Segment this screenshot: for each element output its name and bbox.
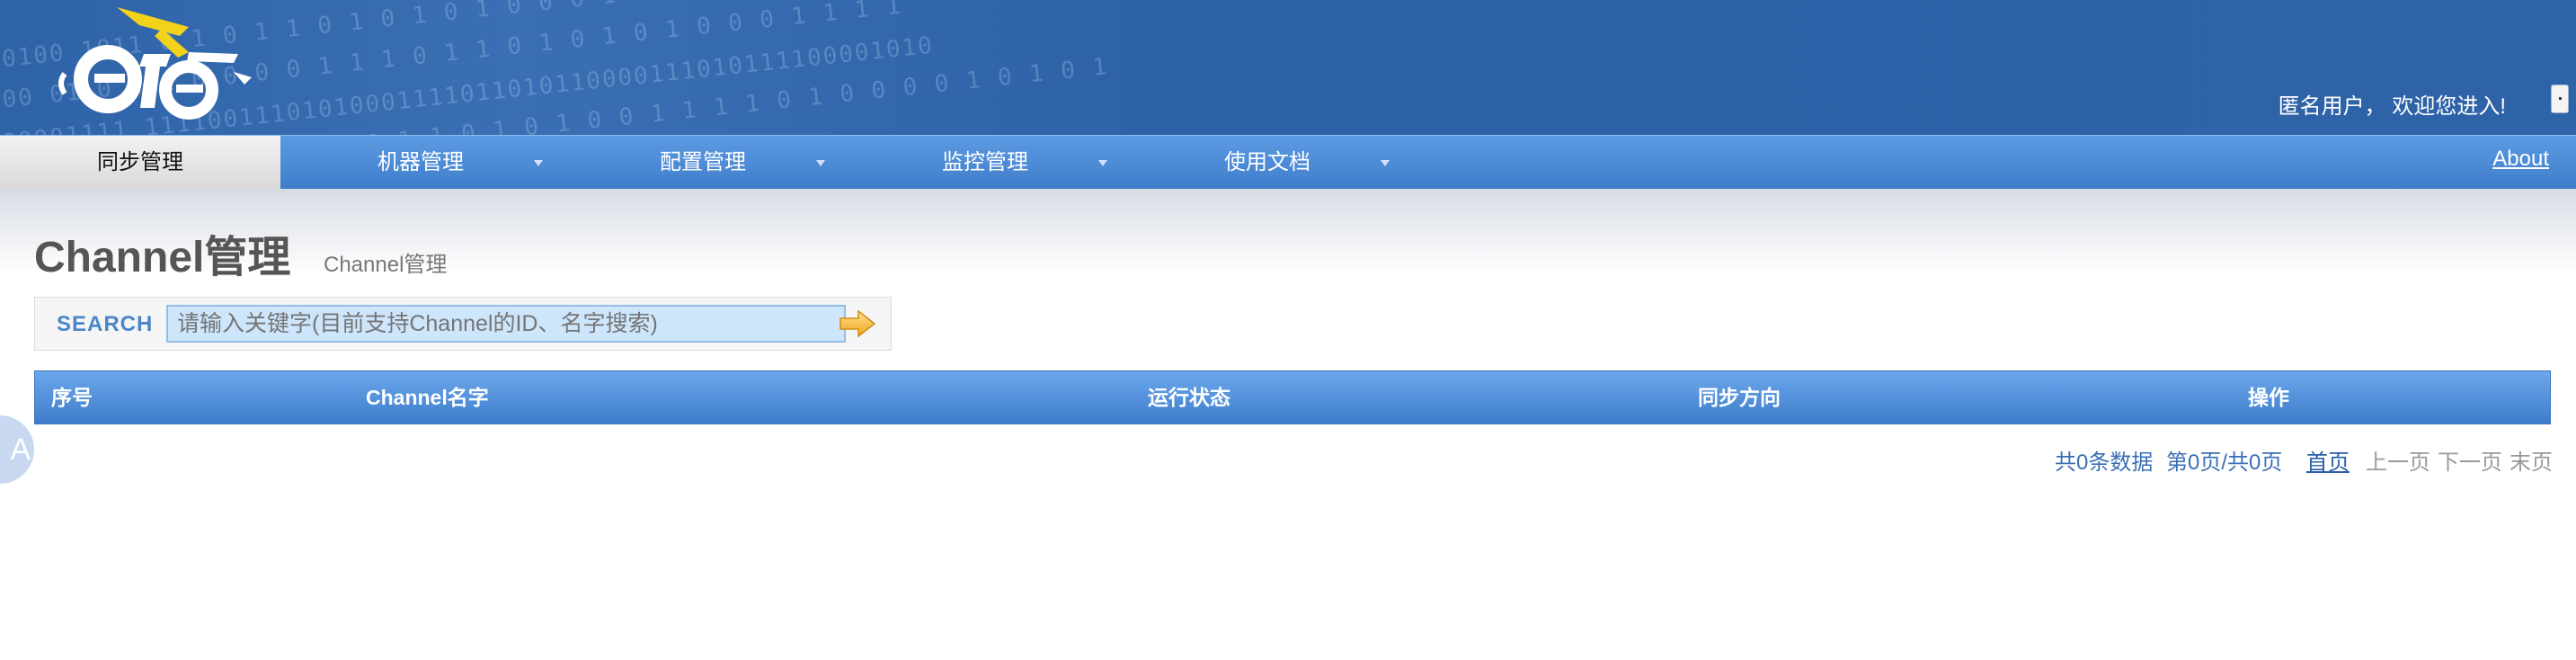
pagination-prev[interactable]: 上一页: [2366, 444, 2430, 476]
about-link[interactable]: About: [2492, 147, 2549, 172]
channel-table-header: 序号 Channel名字 运行状态 同步方向 操作: [34, 370, 2551, 424]
column-header-index: 序号: [51, 386, 93, 409]
nav-item-config-management[interactable]: 配置管理: [660, 136, 746, 190]
floating-assistant-icon[interactable]: A: [0, 415, 34, 484]
header-banner: 0100 1011 0 1 0 1 1 0 1 0 1 0 1 0 0 0 1 …: [0, 0, 2576, 135]
page-subtitle: Channel管理: [324, 253, 448, 277]
nav-item-docs[interactable]: 使用文档: [1224, 136, 1310, 190]
main-nav: 同步管理 机器管理 配置管理 监控管理 使用文档 About: [0, 135, 2576, 190]
pagination-last[interactable]: 末页: [2509, 444, 2553, 476]
welcome-text: 匿名用户， 欢迎您进入!: [2278, 94, 2506, 119]
menu-toggle-icon[interactable]: [2551, 85, 2569, 113]
column-header-run-status: 运行状态: [1148, 386, 1230, 409]
chevron-down-icon[interactable]: [1098, 160, 1107, 166]
column-header-sync-direction: 同步方向: [1698, 386, 1781, 409]
pagination-next[interactable]: 下一页: [2438, 444, 2502, 476]
chevron-down-icon[interactable]: [816, 160, 825, 166]
search-bar: SEARCH: [34, 297, 892, 351]
search-label: SEARCH: [57, 312, 154, 336]
otter-logo[interactable]: [54, 0, 270, 135]
pagination-page-info: 第0页/共0页: [2166, 450, 2283, 475]
arrow-right-icon[interactable]: [837, 308, 878, 339]
page-title: Channel管理: [34, 234, 291, 281]
pagination-first[interactable]: 首页: [2306, 444, 2349, 476]
search-input[interactable]: [166, 305, 846, 343]
nav-item-sync-management[interactable]: 同步管理: [0, 136, 280, 190]
nav-item-machine-management[interactable]: 机器管理: [378, 136, 464, 190]
chevron-down-icon[interactable]: [1381, 160, 1390, 166]
column-header-channel-name: Channel名字: [366, 386, 489, 409]
chevron-down-icon[interactable]: [534, 160, 543, 166]
pagination-total: 共0条数据: [2055, 450, 2154, 475]
nav-item-monitor-management[interactable]: 监控管理: [942, 136, 1028, 190]
column-header-actions: 操作: [2248, 386, 2289, 409]
